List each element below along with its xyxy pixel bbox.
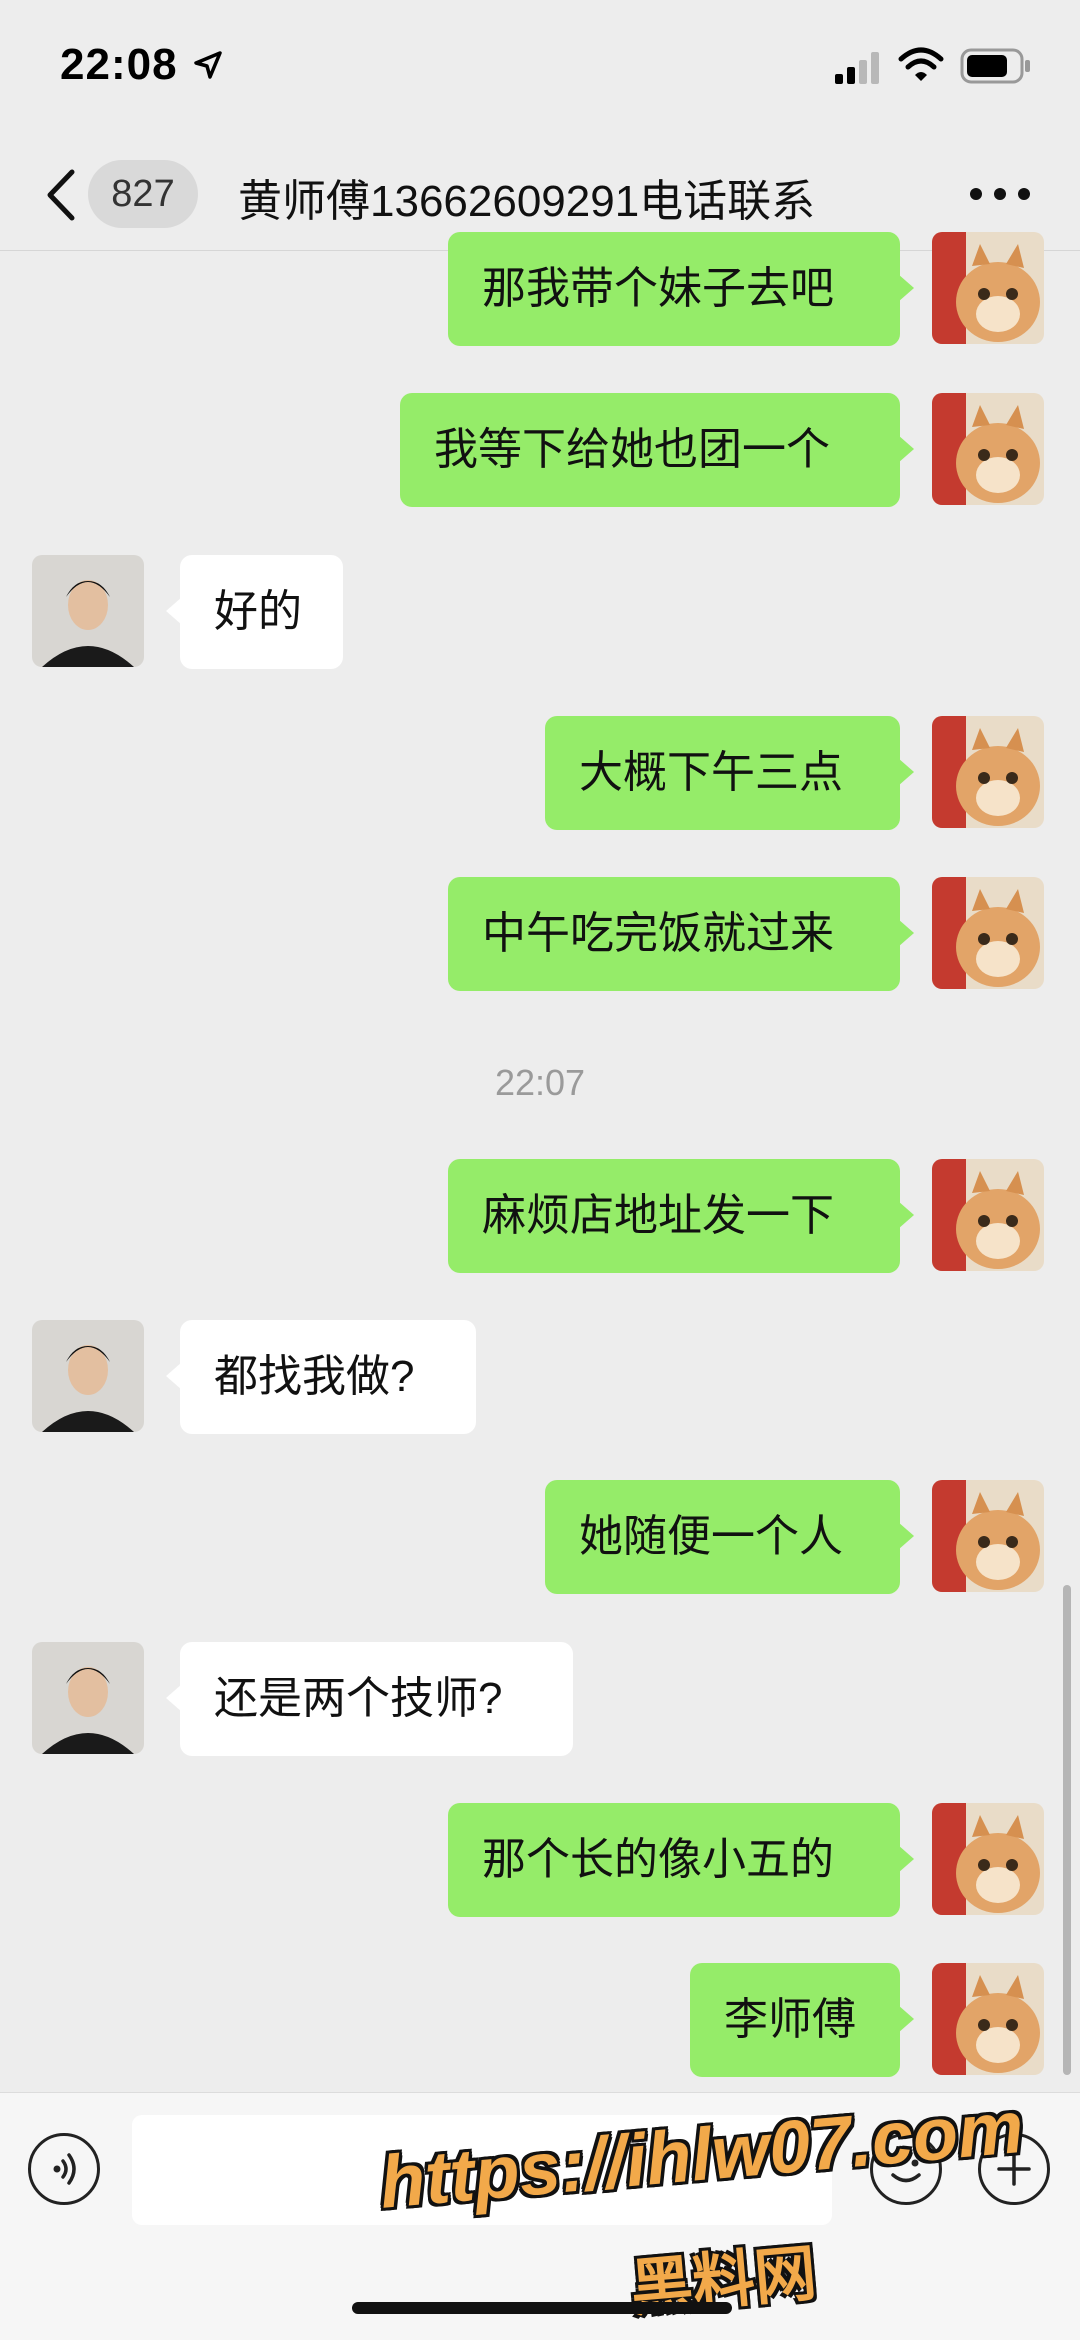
my-avatar[interactable] xyxy=(932,232,1044,344)
chat-title: 黄师傅13662609291电话联系 xyxy=(238,177,816,226)
message-bubble-outgoing[interactable]: 我等下给她也团一个 xyxy=(400,393,914,507)
scrollbar[interactable] xyxy=(1063,1585,1071,2075)
message-bubble-outgoing[interactable]: 麻烦店地址发一下 xyxy=(448,1159,914,1273)
cat-avatar-icon xyxy=(932,716,1044,828)
signal-icon xyxy=(835,52,879,84)
contact-avatar[interactable] xyxy=(32,1320,144,1432)
cat-avatar-icon xyxy=(932,1480,1044,1592)
my-avatar[interactable] xyxy=(932,716,1044,828)
message-bubble-outgoing[interactable]: 大概下午三点 xyxy=(545,716,914,830)
my-avatar[interactable] xyxy=(932,1803,1044,1915)
cat-avatar-icon xyxy=(932,1803,1044,1915)
voice-button[interactable] xyxy=(28,2133,100,2205)
contact-avatar[interactable] xyxy=(32,555,144,667)
cat-avatar-icon xyxy=(932,393,1044,505)
location-arrow-icon xyxy=(194,51,222,79)
watermark: https://ihlw07.com 黑料网 xyxy=(376,2085,1060,2324)
my-avatar[interactable] xyxy=(932,1963,1044,2075)
watermark-url: https://ihlw07.com xyxy=(376,2084,1027,2224)
battery-icon xyxy=(960,48,1030,84)
voice-icon xyxy=(53,2153,76,2185)
unread-count-badge[interactable]: 827 xyxy=(88,160,198,228)
message-bubble-outgoing[interactable]: 那我带个妹子去吧 xyxy=(448,232,914,346)
contact-avatar[interactable] xyxy=(32,1642,144,1754)
message-timestamp: 22:07 xyxy=(494,1062,586,1103)
message-bubble-outgoing[interactable]: 她随便一个人 xyxy=(545,1480,914,1594)
person-avatar-icon xyxy=(32,1320,144,1432)
person-avatar-icon xyxy=(32,1642,144,1754)
my-avatar[interactable] xyxy=(932,1480,1044,1592)
cat-avatar-icon xyxy=(932,877,1044,989)
status-bar: 22:08 xyxy=(0,0,1080,140)
cat-avatar-icon xyxy=(932,1159,1044,1271)
home-indicator[interactable] xyxy=(352,2302,732,2314)
more-icon[interactable] xyxy=(970,188,1030,202)
my-avatar[interactable] xyxy=(932,393,1044,505)
message-bubble-outgoing[interactable]: 那个长的像小五的 xyxy=(448,1803,914,1917)
my-avatar[interactable] xyxy=(932,877,1044,989)
back-chevron-icon[interactable] xyxy=(42,166,82,224)
message-bubble-incoming[interactable]: 还是两个技师? xyxy=(166,1642,573,1756)
message-bubble-incoming[interactable]: 好的 xyxy=(166,555,343,669)
cat-avatar-icon xyxy=(932,1963,1044,2075)
status-time: 22:08 xyxy=(60,40,178,89)
message-bubble-incoming[interactable]: 都找我做? xyxy=(166,1320,476,1434)
message-bubble-outgoing[interactable]: 中午吃完饭就过来 xyxy=(448,877,914,991)
wifi-icon xyxy=(898,47,944,81)
cat-avatar-icon xyxy=(932,232,1044,344)
person-avatar-icon xyxy=(32,555,144,667)
message-bubble-outgoing[interactable]: 李师傅 xyxy=(690,1963,914,2077)
my-avatar[interactable] xyxy=(932,1159,1044,1271)
